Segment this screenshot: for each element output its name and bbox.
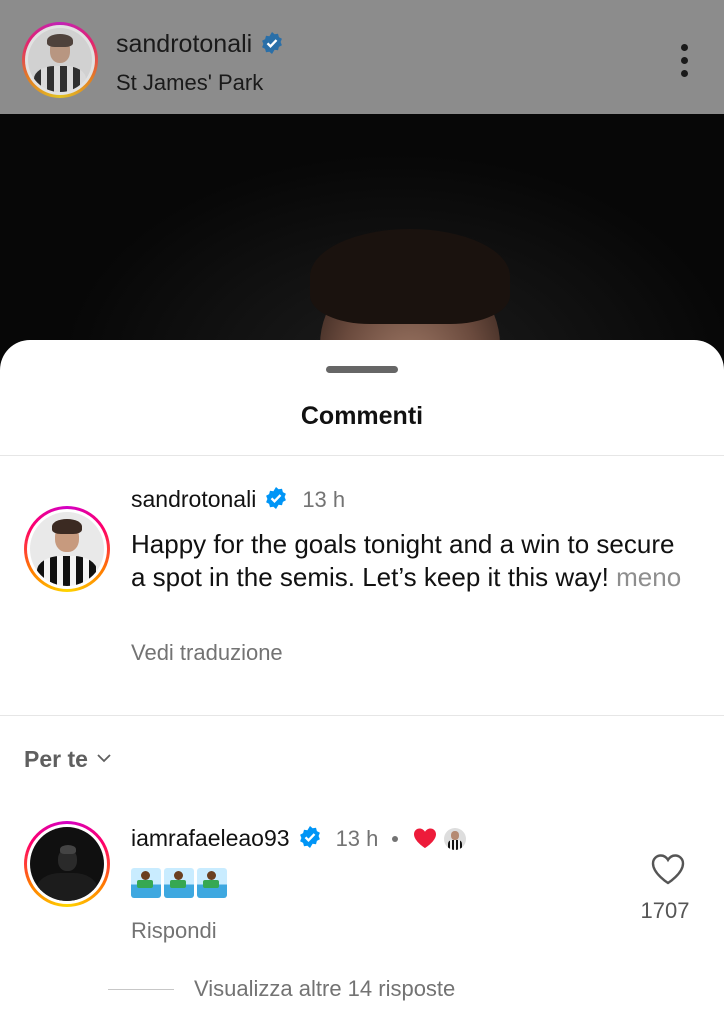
like-count: 1707	[640, 898, 690, 923]
liked-by-author-heart-icon	[414, 828, 437, 848]
verified-badge-icon	[299, 826, 320, 848]
drag-handle[interactable]	[326, 366, 398, 373]
commenter-username[interactable]: iamrafaeleao93	[131, 825, 290, 851]
verified-badge-icon	[262, 32, 283, 54]
more-options-icon[interactable]	[678, 44, 690, 80]
show-less-link[interactable]: meno	[616, 562, 681, 592]
verified-badge-icon	[266, 487, 287, 509]
surfer-icon	[131, 868, 161, 898]
replies-line-divider	[108, 989, 174, 990]
post-username-row: sandrotonali	[116, 30, 284, 59]
comment-header: iamrafaeleao93 13 h	[131, 825, 467, 852]
post-username[interactable]: sandrotonali	[116, 30, 252, 58]
sheet-title: Commenti	[300, 402, 424, 430]
separator-dot	[392, 836, 399, 842]
comment-filter-dropdown[interactable]: Per te	[24, 746, 112, 773]
post-location[interactable]: St James' Park	[116, 70, 263, 96]
caption-header: sandrotonali 13 h	[131, 486, 345, 513]
comment-body	[131, 868, 230, 905]
view-more-replies-button[interactable]: Visualizza altre 14 risposte	[108, 976, 455, 1002]
surfer-icon	[197, 868, 227, 898]
view-more-replies-label: Visualizza altre 14 risposte	[194, 976, 456, 1001]
surfer-icon	[164, 868, 194, 898]
chevron-down-icon	[97, 754, 111, 763]
author-mini-avatar	[444, 828, 467, 850]
divider	[0, 455, 724, 456]
caption-text: Happy for the goals tonight and a win to…	[131, 528, 691, 594]
commenter-avatar[interactable]	[24, 821, 110, 907]
post-photo	[0, 114, 724, 374]
divider	[0, 715, 724, 716]
like-heart-icon[interactable]	[650, 852, 686, 886]
caption-time: 13 h	[302, 487, 346, 512]
caption-body: Happy for the goals tonight and a win to…	[131, 529, 675, 592]
caption-username[interactable]: sandrotonali	[131, 486, 256, 512]
comments-sheet: Commenti sandrotonali 13 h Happy for the …	[0, 340, 724, 1024]
post-author-avatar[interactable]	[22, 22, 98, 98]
see-translation-link[interactable]: Vedi traduzione	[131, 640, 283, 666]
caption-author-avatar[interactable]	[24, 506, 110, 592]
post-header: sandrotonali St James' Park	[0, 0, 724, 114]
reply-button[interactable]: Rispondi	[131, 918, 217, 944]
filter-label: Per te	[24, 746, 88, 772]
comment-time: 13 h	[335, 826, 379, 851]
